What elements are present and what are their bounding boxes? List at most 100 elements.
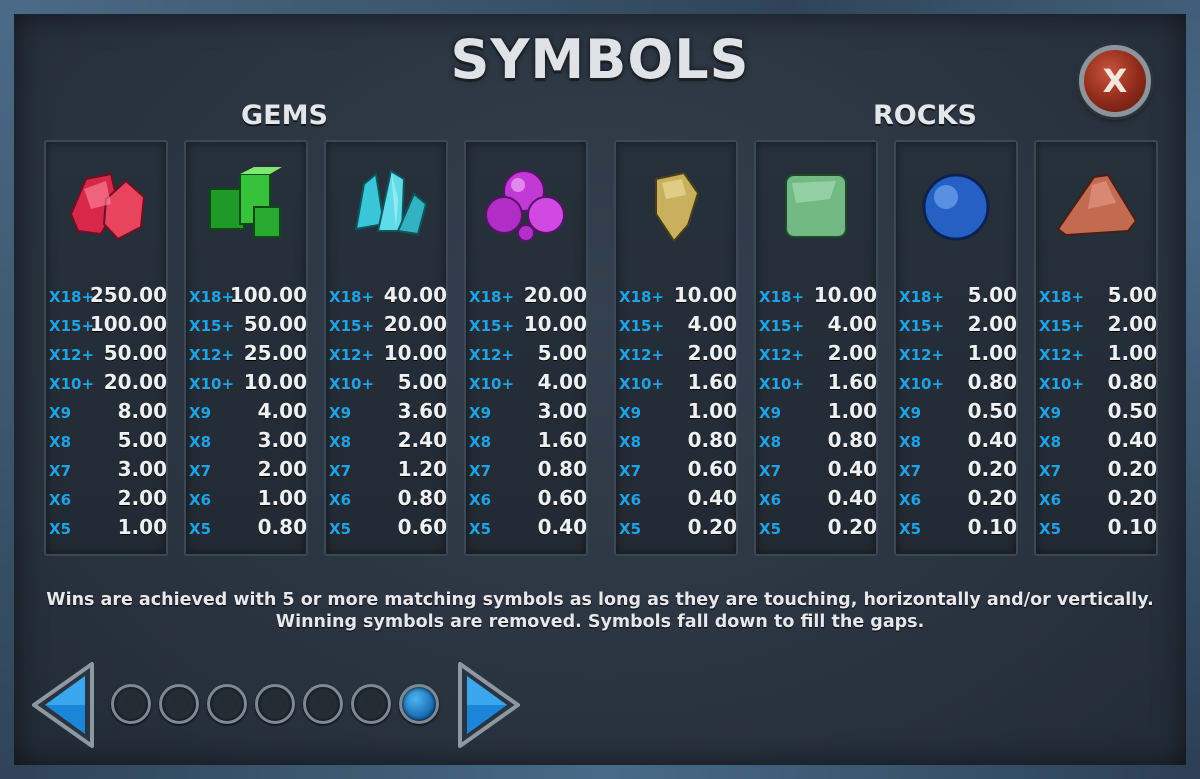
- payout-amount: 0.40: [827, 457, 877, 481]
- payout-row: X10+ 20.00: [49, 368, 167, 397]
- payout-multiplier: X12+: [329, 346, 375, 364]
- payout-row: X7 3.00: [49, 455, 167, 484]
- payout-multiplier: X5: [329, 520, 352, 538]
- payout-amount: 20.00: [103, 370, 167, 394]
- payout-amount: 10.00: [813, 283, 877, 307]
- payout-row: X12+ 5.00: [469, 339, 587, 368]
- payout-multiplier: X9: [899, 404, 922, 422]
- next-page-arrow-icon[interactable]: [458, 662, 520, 748]
- payout-amount: 3.00: [117, 457, 167, 481]
- payout-multiplier: X10+: [619, 375, 665, 393]
- payout-row: X10+ 10.00: [189, 368, 307, 397]
- payout-multiplier: X9: [619, 404, 642, 422]
- payout-row: X10+ 0.80: [899, 368, 1017, 397]
- payout-amount: 0.20: [1107, 457, 1157, 481]
- payout-amount: 3.00: [257, 428, 307, 452]
- payout-amount: 1.00: [687, 399, 737, 423]
- payout-amount: 20.00: [383, 312, 447, 336]
- payout-amount: 0.10: [1107, 515, 1157, 539]
- payout-multiplier: X8: [469, 433, 492, 451]
- payout-amount: 1.60: [537, 428, 587, 452]
- page-dot-6[interactable]: [351, 684, 391, 724]
- payout-amount: 20.00: [523, 283, 587, 307]
- payout-amount: 1.20: [397, 457, 447, 481]
- payout-row: X10+ 5.00: [329, 368, 447, 397]
- payout-row: X12+ 25.00: [189, 339, 307, 368]
- payout-amount: 0.20: [967, 457, 1017, 481]
- payout-amount: 100.00: [229, 283, 307, 307]
- payout-multiplier: X8: [1039, 433, 1062, 451]
- prev-page-arrow-icon[interactable]: [32, 662, 94, 748]
- payout-amount: 5.00: [397, 370, 447, 394]
- payout-amount: 2.00: [1107, 312, 1157, 336]
- payout-multiplier: X18+: [1039, 288, 1085, 306]
- payout-amount: 250.00: [89, 283, 167, 307]
- payout-amount: 1.60: [827, 370, 877, 394]
- payout-amount: 0.40: [1107, 428, 1157, 452]
- payout-multiplier: X18+: [49, 288, 95, 306]
- payout-row: X15+ 50.00: [189, 310, 307, 339]
- payout-multiplier: X9: [759, 404, 782, 422]
- payout-multiplier: X12+: [469, 346, 515, 364]
- page-dot-7[interactable]: [399, 684, 439, 724]
- close-button[interactable]: X: [1079, 45, 1151, 117]
- payout-amount: 25.00: [243, 341, 307, 365]
- payout-multiplier: X6: [619, 491, 642, 509]
- payout-row: X6 0.20: [1039, 484, 1157, 513]
- payout-multiplier: X10+: [49, 375, 95, 393]
- payout-multiplier: X9: [49, 404, 72, 422]
- payout-row: X6 0.40: [759, 484, 877, 513]
- payout-list: X18+ 10.00 X15+ 4.00 X12+ 2.00 X10+ 1.60 X9 1.00 X…: [759, 281, 877, 542]
- payout-amount: 4.00: [827, 312, 877, 336]
- payout-row: X12+ 1.00: [899, 339, 1017, 368]
- payout-multiplier: X7: [759, 462, 782, 480]
- payout-multiplier: X12+: [619, 346, 665, 364]
- payout-row: X12+ 50.00: [49, 339, 167, 368]
- payout-list: X18+ 5.00 X15+ 2.00 X12+ 1.00 X10+ 0.80 X9 0.50 X8…: [899, 281, 1017, 542]
- payout-row: X15+ 4.00: [619, 310, 737, 339]
- payout-row: X12+ 10.00: [329, 339, 447, 368]
- payout-row: X15+ 10.00: [469, 310, 587, 339]
- page-dot-5[interactable]: [303, 684, 343, 724]
- payout-multiplier: X9: [189, 404, 212, 422]
- payout-amount: 0.40: [537, 515, 587, 539]
- payout-row: X6 1.00: [189, 484, 307, 513]
- rules-description: Wins are achieved with 5 or more matchin…: [0, 589, 1200, 633]
- green-gem-icon: [186, 150, 306, 260]
- page-dot-3[interactable]: [207, 684, 247, 724]
- payout-amount: 10.00: [673, 283, 737, 307]
- page-dot-2[interactable]: [159, 684, 199, 724]
- payout-list: X18+ 40.00 X15+ 20.00 X12+ 10.00 X10+ 5.00 X9 3.6…: [329, 281, 447, 542]
- symbol-card-green-gem: X18+ 100.00 X15+ 50.00 X12+ 25.00 X10+ 10.00 X9 4…: [184, 140, 308, 556]
- payout-multiplier: X9: [329, 404, 352, 422]
- payout-amount: 4.00: [257, 399, 307, 423]
- payout-row: X7 0.80: [469, 455, 587, 484]
- payout-row: X15+ 100.00: [49, 310, 167, 339]
- payout-amount: 2.00: [687, 341, 737, 365]
- payout-row: X8 0.80: [619, 426, 737, 455]
- payout-amount: 1.00: [1107, 341, 1157, 365]
- payout-multiplier: X12+: [1039, 346, 1085, 364]
- payout-amount: 2.00: [257, 457, 307, 481]
- payout-multiplier: X15+: [899, 317, 945, 335]
- payout-row: X7 1.20: [329, 455, 447, 484]
- payout-row: X10+ 1.60: [759, 368, 877, 397]
- payout-amount: 4.00: [537, 370, 587, 394]
- symbol-card-cyan-crystal: X18+ 40.00 X15+ 20.00 X12+ 10.00 X10+ 5.00 X9 3.6…: [324, 140, 448, 556]
- payout-amount: 0.40: [967, 428, 1017, 452]
- payout-amount: 2.00: [967, 312, 1017, 336]
- payout-row: X7 0.20: [1039, 455, 1157, 484]
- payout-amount: 10.00: [523, 312, 587, 336]
- payout-multiplier: X18+: [899, 288, 945, 306]
- payout-amount: 10.00: [383, 341, 447, 365]
- payout-amount: 0.20: [687, 515, 737, 539]
- page-dot-1[interactable]: [111, 684, 151, 724]
- payout-multiplier: X7: [469, 462, 492, 480]
- payout-amount: 1.00: [827, 399, 877, 423]
- payout-amount: 5.00: [537, 341, 587, 365]
- page-dot-4[interactable]: [255, 684, 295, 724]
- page-title: SYMBOLS: [450, 28, 750, 91]
- payout-row: X7 0.20: [899, 455, 1017, 484]
- payout-multiplier: X10+: [189, 375, 235, 393]
- payout-multiplier: X8: [759, 433, 782, 451]
